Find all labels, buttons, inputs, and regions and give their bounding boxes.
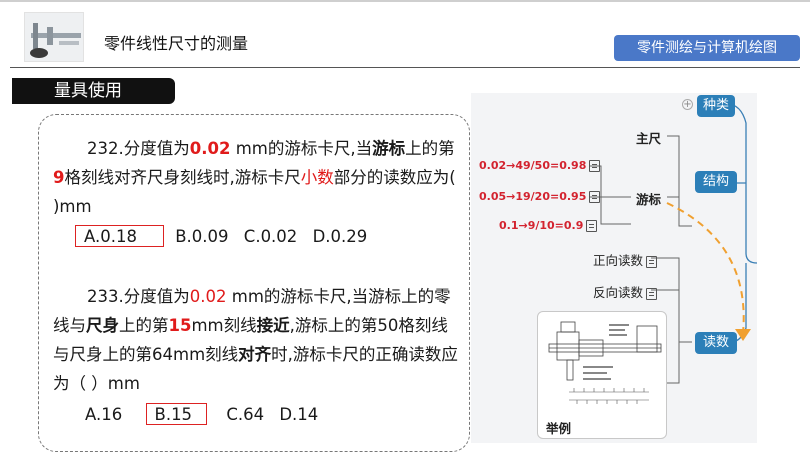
- q233-line-number: 15: [168, 316, 192, 335]
- mindmap-ratio-002: 0.02→49/50=0.98: [479, 159, 601, 172]
- q232-text: mm的游标卡尺,当: [230, 139, 373, 158]
- q233-option-d: D.14: [279, 405, 319, 424]
- question-232: 232.分度值为0.02 mm的游标卡尺,当游标上的第 9格刻线对齐尺身刻线时,游…: [53, 134, 463, 221]
- reverse-reading-text: 反向读数: [593, 285, 644, 300]
- note-icon: [646, 287, 658, 300]
- example-label: 举例: [546, 421, 572, 436]
- mindmap-node-reading: 读数: [695, 332, 737, 354]
- q232-line-number: 9: [53, 168, 65, 187]
- q233-text: 233.分度值为: [87, 287, 190, 306]
- ratio-01-text: 0.1→9/10=0.9: [499, 219, 584, 232]
- q233-option-c: C.64: [226, 405, 265, 424]
- mindmap-vernier: 游标: [636, 192, 662, 207]
- mindmap-example-card: 举例: [537, 311, 667, 439]
- mindmap-node-types: 种类: [697, 95, 735, 117]
- course-badge: 零件测绘与计算机绘图: [614, 35, 800, 61]
- header-divider: [10, 67, 800, 68]
- q233-keyword-aligned: 对齐: [238, 345, 272, 364]
- q233-keyword-close: 接近: [256, 316, 290, 335]
- q232-option-a-answer: A.0.18: [75, 225, 164, 247]
- note-icon: [589, 160, 601, 172]
- q232-options: A.0.18 B.0.09 C.0.02 D.0.29: [75, 225, 377, 247]
- forward-reading-text: 正向读数: [593, 253, 644, 268]
- mindmap-reverse-reading: 反向读数: [593, 282, 658, 301]
- caliper-diagram: [548, 321, 662, 404]
- caliper-thumbnail-image: [24, 12, 84, 62]
- q232-division-value: 0.02: [189, 139, 231, 158]
- mindmap-main-scale: 主尺: [636, 131, 662, 146]
- q233-text: 上的第: [119, 316, 169, 335]
- q233-option-b-answer: B.15: [145, 403, 208, 425]
- page-header: 零件线性尺寸的测量 零件测绘与计算机绘图: [0, 0, 810, 68]
- expand-icon[interactable]: +: [682, 99, 693, 110]
- q232-option-b: B.0.09: [175, 227, 229, 246]
- q232-option-d: D.0.29: [312, 227, 368, 246]
- ratio-005-text: 0.05→19/20=0.95: [479, 190, 587, 203]
- q232-keyword-decimal: 小数: [300, 168, 334, 187]
- mindmap-forward-reading: 正向读数: [593, 250, 658, 269]
- mindmap-ratio-005: 0.05→19/20=0.95: [479, 190, 601, 203]
- q233-text: mm刻线: [191, 316, 257, 335]
- q233-options: A.16 B.15 C.64 D.14: [85, 403, 328, 425]
- question-233: 233.分度值为0.02 mm的游标卡尺,当游标上的零线与尺身上的第15mm刻线…: [53, 282, 463, 398]
- note-icon: [646, 255, 658, 268]
- q232-text: 格刻线对齐尺身刻线时,游标卡尺: [64, 168, 301, 187]
- q233-option-a: A.16: [85, 405, 123, 424]
- page-title: 零件线性尺寸的测量: [104, 34, 249, 53]
- note-icon: [589, 191, 601, 203]
- section-tag: 量具使用: [12, 78, 175, 104]
- q232-keyword-vernier: 游标: [372, 139, 406, 158]
- mindmap-ratio-01: 0.1→9/10=0.9: [499, 219, 598, 232]
- ratio-002-text: 0.02→49/50=0.98: [479, 159, 587, 172]
- q232-text: 232.分度值为: [87, 139, 190, 158]
- q232-text: 上的第: [405, 139, 455, 158]
- note-icon: [586, 220, 598, 232]
- q233-keyword-main-scale: 尺身: [86, 316, 119, 335]
- mindmap-node-structure: 结构: [695, 171, 737, 193]
- q233-division-value: 0.02: [189, 287, 227, 306]
- q232-option-c: C.0.02: [243, 227, 298, 246]
